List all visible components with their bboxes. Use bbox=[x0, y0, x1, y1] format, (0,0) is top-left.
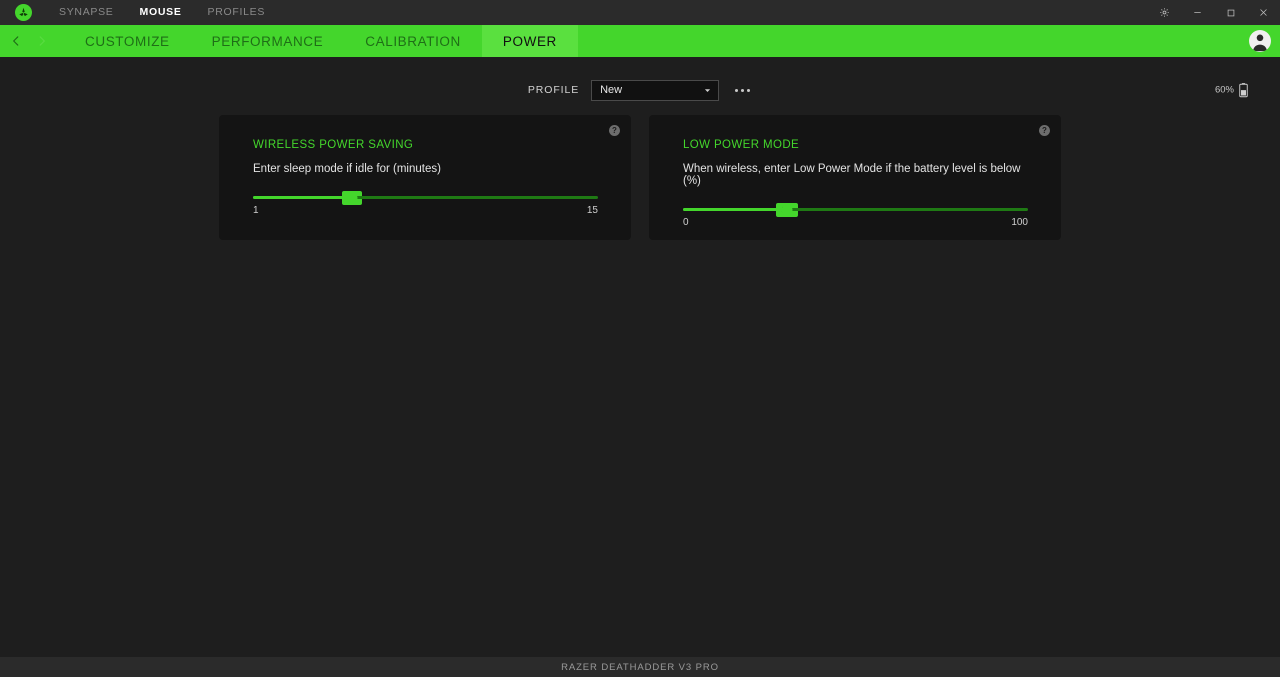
card-low-power-mode: ? LOW POWER MODE When wireless, enter Lo… bbox=[649, 115, 1061, 240]
tab-label: CUSTOMIZE bbox=[85, 33, 170, 49]
top-nav-item-profiles[interactable]: PROFILES bbox=[195, 0, 279, 25]
slider-range-labels: 1 15 bbox=[253, 205, 598, 216]
minimize-button[interactable] bbox=[1181, 0, 1214, 25]
profile-bar: PROFILE New 60% bbox=[0, 68, 1280, 112]
more-options-icon bbox=[741, 88, 745, 92]
chevron-left-icon bbox=[13, 36, 19, 46]
card-title: LOW POWER MODE bbox=[683, 139, 800, 151]
slider-fill bbox=[253, 196, 352, 199]
more-options-icon bbox=[735, 88, 739, 92]
battery-icon bbox=[1239, 83, 1248, 98]
top-nav-label: MOUSE bbox=[139, 6, 182, 18]
slider-low-power-mode[interactable]: 30 0 100 bbox=[683, 203, 1028, 228]
top-nav-label: PROFILES bbox=[207, 6, 266, 18]
forward-button[interactable] bbox=[30, 25, 54, 57]
slider-wireless-power-saving[interactable]: 5 1 15 bbox=[253, 191, 598, 216]
slider-track[interactable] bbox=[253, 192, 598, 203]
top-nav-item-mouse[interactable]: MOUSE bbox=[127, 0, 195, 25]
slider-min-label: 0 bbox=[683, 217, 689, 228]
razer-snake-glyph bbox=[18, 7, 28, 17]
slider-thumb[interactable] bbox=[346, 192, 358, 203]
device-name: RAZER DEATHADDER V3 PRO bbox=[561, 661, 719, 673]
chevron-right-icon bbox=[39, 36, 45, 46]
profile-select[interactable]: New bbox=[591, 79, 720, 101]
module-tab-bar: CUSTOMIZE PERFORMANCE CALIBRATION POWER bbox=[0, 25, 1280, 57]
slider-fill bbox=[683, 208, 787, 211]
settings-button[interactable] bbox=[1148, 0, 1181, 25]
close-icon bbox=[1260, 9, 1267, 16]
battery-status: 60% bbox=[1215, 83, 1248, 98]
razer-logo-icon bbox=[14, 4, 32, 21]
maximize-icon bbox=[1227, 9, 1234, 16]
title-bar: SYNAPSE MOUSE PROFILES bbox=[0, 0, 1280, 25]
history-navigation bbox=[0, 25, 54, 57]
slider-max-label: 100 bbox=[1011, 217, 1028, 228]
avatar bbox=[1249, 30, 1271, 52]
tab-power[interactable]: POWER bbox=[481, 25, 578, 57]
help-icon[interactable]: ? bbox=[609, 125, 620, 136]
minimize-icon bbox=[1194, 12, 1201, 13]
slider-range-labels: 0 100 bbox=[683, 217, 1028, 228]
tab-label: POWER bbox=[502, 33, 557, 49]
account-button[interactable] bbox=[1249, 25, 1271, 57]
close-button[interactable] bbox=[1247, 0, 1280, 25]
tab-list: CUSTOMIZE PERFORMANCE CALIBRATION POWER bbox=[64, 25, 578, 57]
profile-label: PROFILE bbox=[527, 84, 580, 96]
more-options-icon bbox=[747, 88, 751, 92]
battery-percent-label: 60% bbox=[1214, 84, 1234, 96]
back-button[interactable] bbox=[4, 25, 28, 57]
slider-thumb[interactable] bbox=[781, 204, 792, 215]
slider-min-label: 1 bbox=[253, 205, 259, 216]
gear-icon bbox=[1160, 8, 1169, 17]
card-description: When wireless, enter Low Power Mode if t… bbox=[683, 163, 1021, 187]
tab-label: PERFORMANCE bbox=[211, 33, 324, 49]
profile-selected-value: New bbox=[600, 84, 623, 96]
top-nav-label: SYNAPSE bbox=[59, 6, 114, 18]
tab-performance[interactable]: PERFORMANCE bbox=[191, 25, 345, 57]
help-icon[interactable]: ? bbox=[1039, 125, 1050, 136]
maximize-button[interactable] bbox=[1214, 0, 1247, 25]
top-nav-item-synapse[interactable]: SYNAPSE bbox=[46, 0, 127, 25]
tab-label: CALIBRATION bbox=[365, 33, 461, 49]
profile-more-options-button[interactable] bbox=[733, 83, 752, 98]
chevron-down-icon bbox=[704, 88, 711, 92]
user-avatar-icon bbox=[1253, 34, 1267, 52]
slider-track[interactable] bbox=[683, 204, 1028, 215]
card-description: Enter sleep mode if idle for (minutes) bbox=[253, 163, 441, 175]
top-navigation: SYNAPSE MOUSE PROFILES bbox=[46, 0, 278, 25]
card-title: WIRELESS POWER SAVING bbox=[253, 139, 414, 151]
app-logo[interactable] bbox=[0, 4, 46, 21]
tab-customize[interactable]: CUSTOMIZE bbox=[64, 25, 191, 57]
window-controls bbox=[1148, 0, 1280, 25]
device-footer: RAZER DEATHADDER V3 PRO bbox=[0, 657, 1280, 677]
slider-max-label: 15 bbox=[586, 205, 598, 216]
settings-cards: ? WIRELESS POWER SAVING Enter sleep mode… bbox=[0, 115, 1280, 240]
tab-calibration[interactable]: CALIBRATION bbox=[344, 25, 482, 57]
card-wireless-power-saving: ? WIRELESS POWER SAVING Enter sleep mode… bbox=[219, 115, 631, 240]
